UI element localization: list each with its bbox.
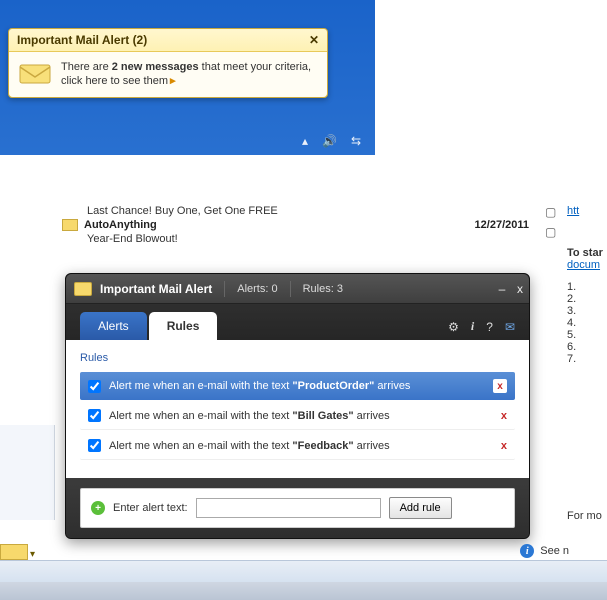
system-tray: ▴ 🔊 ⇆ [288, 127, 375, 155]
important-mail-alert-panel: Important Mail Alert Alerts: 0 Rules: 3 … [65, 273, 530, 539]
tab-alerts[interactable]: Alerts [80, 312, 147, 340]
rule-keyword: "Bill Gates" [292, 410, 353, 422]
list-num: 7. [567, 353, 607, 365]
separator [224, 281, 225, 297]
gear-icon[interactable]: ⚙ [448, 320, 459, 334]
alerts-count: Alerts: 0 [237, 283, 277, 295]
help-icon[interactable]: ? [486, 320, 493, 334]
link-fragment[interactable]: docum [567, 259, 607, 271]
rule-row[interactable]: Alert me when an e-mail with the text "B… [80, 402, 515, 430]
tab-rules[interactable]: Rules [149, 312, 218, 340]
outlook-shortcut-icon[interactable] [0, 544, 28, 560]
rule-checkbox[interactable] [88, 409, 101, 422]
rule-suffix: arrives [354, 440, 390, 452]
close-icon[interactable]: ✕ [309, 33, 319, 47]
right-cutoff-text: htt To star docum 1. 2. 3. 4. 5. 6. 7. [567, 205, 607, 485]
rule-prefix: Alert me when an e-mail with the text [109, 410, 292, 422]
panel-footer: + Enter alert text: Add rule [66, 478, 529, 538]
delete-rule-icon[interactable]: x [501, 410, 507, 422]
list-num: 2. [567, 293, 607, 305]
info-icon: i [520, 544, 534, 558]
delete-rule-icon[interactable]: x [501, 440, 507, 452]
rule-suffix: arrives [374, 380, 410, 392]
toast-body[interactable]: There are 2 new messages that meet your … [9, 52, 327, 97]
mail-alert-toast[interactable]: Important Mail Alert (2) ✕ There are 2 n… [8, 28, 328, 98]
toast-msg-bold: 2 new messages [112, 61, 199, 73]
close-button[interactable]: x [511, 282, 529, 296]
section-label: Rules [80, 352, 515, 364]
enter-alert-label: Enter alert text: [113, 502, 188, 514]
outlook-nav-fragment [0, 425, 55, 520]
plus-icon: + [91, 501, 105, 515]
status-bar-upper [0, 560, 607, 582]
add-rule-button[interactable]: Add rule [389, 497, 452, 519]
delete-rule-icon[interactable]: x [493, 379, 507, 393]
rules-count: Rules: 3 [303, 283, 343, 295]
list-num: 6. [567, 341, 607, 353]
tray-up-icon[interactable]: ▴ [302, 134, 308, 148]
mail-list: Last Chance! Buy One, Get One FREE AutoA… [62, 205, 537, 245]
outlook-nav-fragment-top [0, 205, 55, 275]
envelope-icon [74, 282, 92, 296]
chevron-down-icon[interactable]: ▾ [30, 549, 35, 560]
alert-text-input[interactable] [196, 498, 381, 518]
mail-subject: Year-End Blowout! [62, 233, 537, 245]
network-icon[interactable]: ⇆ [351, 134, 361, 148]
flag-icon[interactable]: ▢ [545, 225, 556, 239]
add-rule-bar: + Enter alert text: Add rule [80, 488, 515, 528]
rule-prefix: Alert me when an e-mail with the text [109, 380, 292, 392]
mail-sender: AutoAnything [84, 219, 157, 231]
rule-row[interactable]: Alert me when an e-mail with the text "P… [80, 372, 515, 400]
toast-titlebar: Important Mail Alert (2) ✕ [9, 29, 327, 52]
list-num: 3. [567, 305, 607, 317]
envelope-icon [19, 62, 51, 86]
toast-title-text: Important Mail Alert (2) [17, 33, 147, 47]
rule-keyword: "ProductOrder" [292, 380, 374, 392]
tab-bar: Alerts Rules ⚙ i ? ✉ [66, 304, 529, 340]
rule-text: Alert me when an e-mail with the text "F… [109, 440, 390, 452]
toast-msg-prefix: There are [61, 61, 112, 73]
rule-checkbox[interactable] [88, 380, 101, 393]
mail-subject-prev: Last Chance! Buy One, Get One FREE [62, 205, 537, 217]
rule-suffix: arrives [354, 410, 390, 422]
list-num: 5. [567, 329, 607, 341]
panel-titlebar[interactable]: Important Mail Alert Alerts: 0 Rules: 3 … [66, 274, 529, 304]
mail-icon[interactable]: ✉ [505, 320, 515, 334]
rules-body: Rules Alert me when an e-mail with the t… [66, 340, 529, 478]
panel-title: Important Mail Alert [100, 282, 212, 296]
separator [290, 281, 291, 297]
info-text-fragment: See n [540, 545, 569, 557]
rule-keyword: "Feedback" [292, 440, 353, 452]
envelope-icon [62, 219, 78, 231]
desktop-background: Important Mail Alert (2) ✕ There are 2 n… [0, 0, 375, 155]
minimize-button[interactable]: – [493, 282, 511, 296]
info-icon[interactable]: i [471, 319, 474, 334]
chevron-right-icon: ▸ [170, 75, 176, 87]
status-bar-lower [0, 582, 607, 600]
info-tip[interactable]: i See n [520, 544, 569, 558]
list-num: 4. [567, 317, 607, 329]
rule-text: Alert me when an e-mail with the text "P… [109, 380, 410, 392]
rule-row[interactable]: Alert me when an e-mail with the text "F… [80, 432, 515, 460]
text-fragment: For mo [567, 510, 607, 522]
heading-fragment: To star [567, 247, 607, 259]
mail-row[interactable]: AutoAnything 12/27/2011 [62, 217, 537, 233]
rule-checkbox[interactable] [88, 439, 101, 452]
list-num: 1. [567, 281, 607, 293]
link-fragment[interactable]: htt [567, 205, 607, 217]
flag-icon[interactable]: ▢ [545, 205, 556, 219]
mail-flag-column: ▢ ▢ [545, 205, 556, 239]
volume-icon[interactable]: 🔊 [322, 134, 337, 148]
rule-text: Alert me when an e-mail with the text "B… [109, 410, 390, 422]
rule-prefix: Alert me when an e-mail with the text [109, 440, 292, 452]
mail-date: 12/27/2011 [475, 219, 537, 231]
toast-message: There are 2 new messages that meet your … [61, 60, 317, 89]
